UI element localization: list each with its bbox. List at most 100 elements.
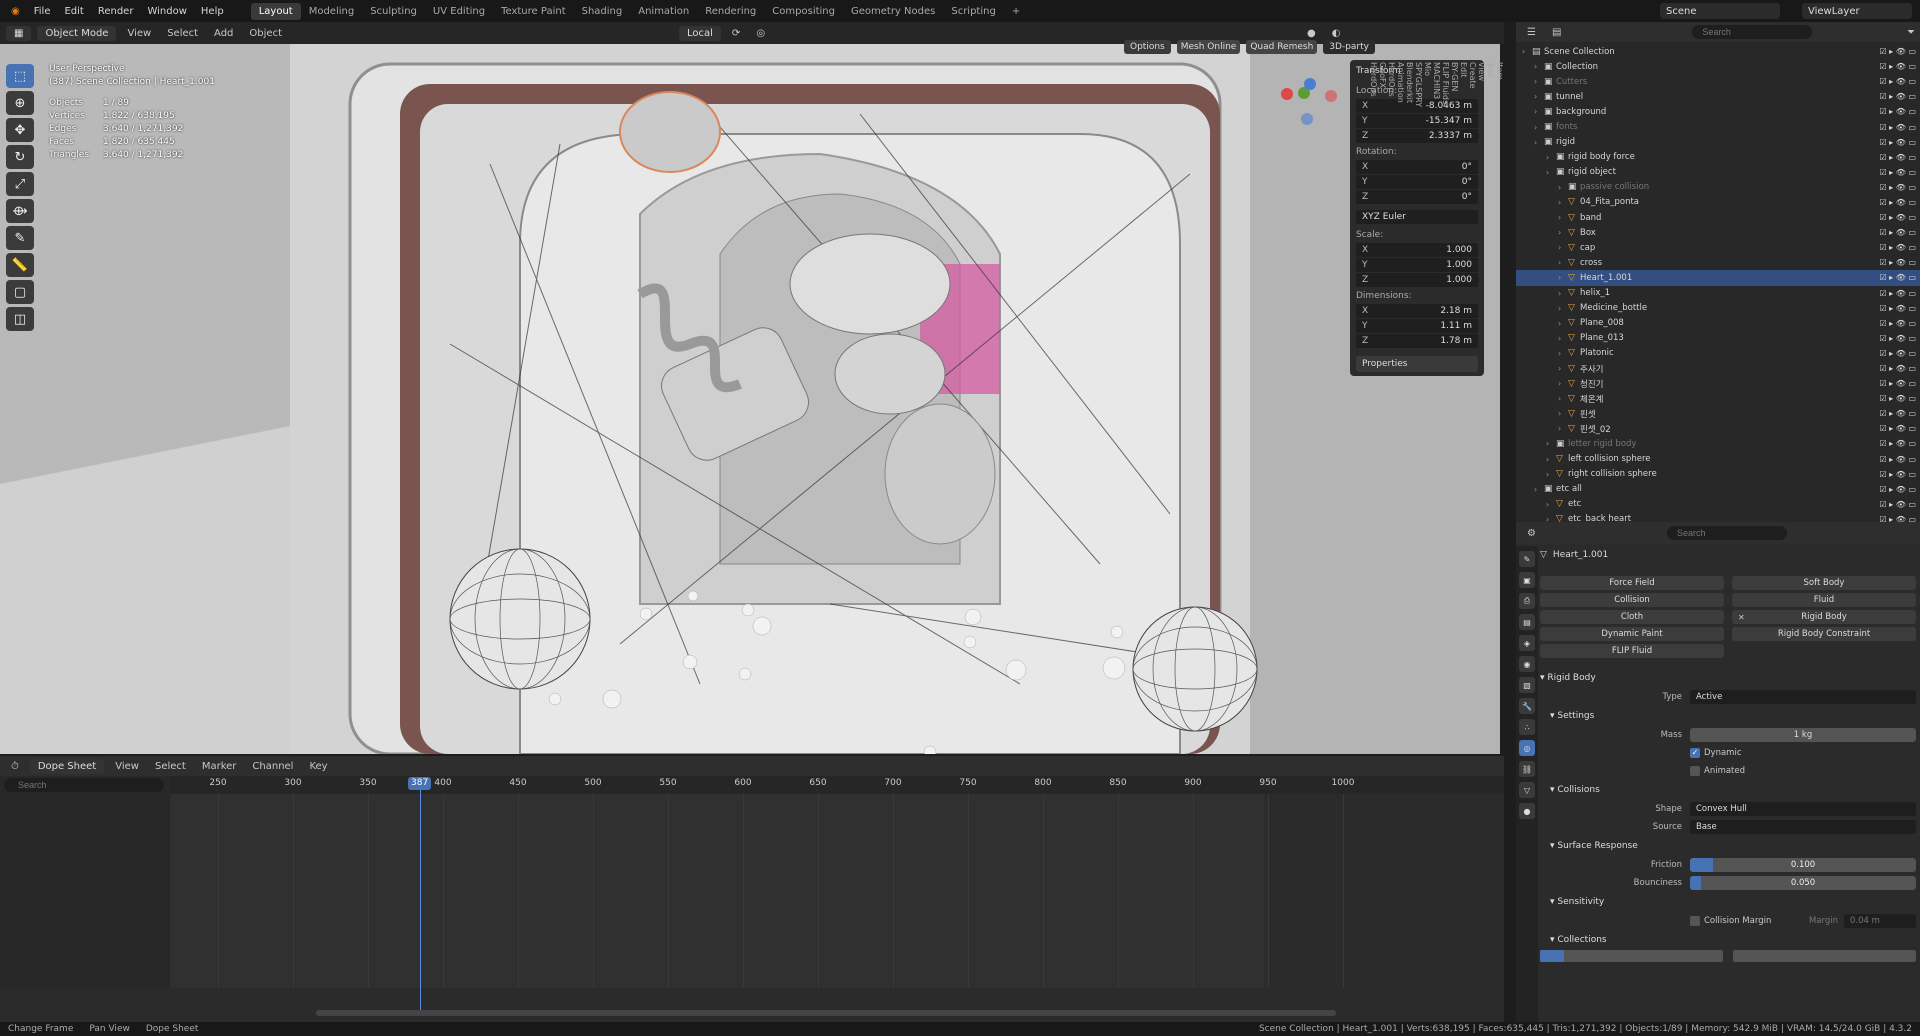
collisions-header[interactable]: ▾ Collisions — [1540, 780, 1916, 800]
third-party-dropdown[interactable]: 3D-party — [1323, 40, 1375, 54]
expand-arrow-icon[interactable]: › — [1558, 409, 1568, 418]
tab-layout[interactable]: Layout — [250, 2, 301, 20]
orientation-dropdown[interactable]: Local — [679, 25, 721, 41]
outliner-row[interactable]: › ▽ cross ☑ ▸ 👁 ▭ — [1516, 255, 1920, 270]
expand-arrow-icon[interactable]: › — [1546, 455, 1556, 464]
source-dropdown[interactable]: Base — [1690, 820, 1916, 834]
particles-tab-icon[interactable]: ∴ — [1519, 719, 1535, 735]
object-tab-icon[interactable]: ▧ — [1519, 677, 1535, 693]
expand-arrow-icon[interactable]: › — [1558, 183, 1568, 192]
dimension-x-field[interactable]: X 2.18 m — [1356, 304, 1478, 318]
menu-edit[interactable]: Edit — [57, 6, 90, 17]
expand-arrow-icon[interactable]: › — [1534, 92, 1544, 101]
tool-tab-icon[interactable]: ✎ — [1519, 551, 1535, 567]
add-workspace-icon[interactable]: + — [1004, 3, 1028, 20]
filter-icon[interactable]: ⏷ — [1902, 27, 1920, 38]
outliner-row[interactable]: › ▽ 체온계 ☑ ▸ 👁 ▭ — [1516, 391, 1920, 406]
expand-arrow-icon[interactable]: › — [1558, 198, 1568, 207]
expand-arrow-icon[interactable]: › — [1546, 470, 1556, 479]
visibility-toggles[interactable]: ☑ ▸ 👁 ▭ — [1879, 379, 1916, 388]
expand-arrow-icon[interactable]: › — [1546, 500, 1556, 509]
tab-flip-fluids[interactable]: FLIP Fluids — [1441, 62, 1450, 107]
outliner-row[interactable]: › ▽ 청진기 ☑ ▸ 👁 ▭ — [1516, 376, 1920, 391]
constraints-tab-icon[interactable]: ⛓ — [1519, 761, 1535, 777]
expand-arrow-icon[interactable]: › — [1534, 107, 1544, 116]
visibility-toggles[interactable]: ☑ ▸ 👁 ▭ — [1879, 273, 1916, 282]
properties-editor-icon[interactable]: ⚙ — [1522, 528, 1541, 539]
output-tab-icon[interactable]: ⎙ — [1519, 593, 1535, 609]
visibility-toggles[interactable]: ☑ ▸ 👁 ▭ — [1879, 364, 1916, 373]
location-z-field[interactable]: Z 2.3337 m — [1356, 129, 1478, 143]
expand-arrow-icon[interactable]: › — [1558, 394, 1568, 403]
outliner-row[interactable]: › ▽ 04_Fita_ponta ☑ ▸ 👁 ▭ — [1516, 195, 1920, 210]
visibility-toggles[interactable]: ☑ ▸ 👁 ▭ — [1879, 47, 1916, 56]
outliner-row[interactable]: › ▽ 핀셋 ☑ ▸ 👁 ▭ — [1516, 406, 1920, 421]
outliner-row[interactable]: › ▽ band ☑ ▸ 👁 ▭ — [1516, 210, 1920, 225]
boolean-tool-icon[interactable]: ◫ — [6, 307, 34, 331]
physics-button[interactable]: Force Field — [1540, 576, 1724, 590]
visibility-toggles[interactable]: ☑ ▸ 👁 ▭ — [1879, 153, 1916, 162]
expand-arrow-icon[interactable]: › — [1546, 168, 1556, 177]
outliner-row[interactable]: › ▽ right collision sphere ☑ ▸ 👁 ▭ — [1516, 467, 1920, 482]
tab-animation[interactable]: Animation — [1396, 62, 1405, 107]
visibility-toggles[interactable]: ☑ ▸ 👁 ▭ — [1879, 198, 1916, 207]
outliner-row[interactable]: › ▽ 핀셋_02 ☑ ▸ 👁 ▭ — [1516, 421, 1920, 436]
outliner-row[interactable]: › ▣ fonts ☑ ▸ 👁 ▭ — [1516, 119, 1920, 134]
current-frame-indicator[interactable]: 387 — [408, 777, 432, 790]
dopesheet-search-input[interactable] — [4, 778, 164, 792]
outliner-row[interactable]: › ▣ letter rigid body ☑ ▸ 👁 ▭ — [1516, 436, 1920, 451]
physics-button[interactable]: FLIP Fluid — [1540, 644, 1724, 658]
outliner-row[interactable]: › ▣ etc all ☑ ▸ 👁 ▭ — [1516, 482, 1920, 497]
tab-uv-editing[interactable]: UV Editing — [425, 3, 493, 20]
type-dropdown[interactable]: Active — [1690, 690, 1916, 704]
expand-arrow-icon[interactable]: › — [1558, 379, 1568, 388]
outliner-row[interactable]: › ▽ etc ☑ ▸ 👁 ▭ — [1516, 497, 1920, 512]
surface-response-header[interactable]: ▾ Surface Response — [1540, 836, 1916, 856]
dopesheet-menu-channel[interactable]: Channel — [247, 761, 298, 772]
expand-arrow-icon[interactable]: › — [1558, 304, 1568, 313]
dopesheet-scrollbar[interactable] — [316, 1010, 1336, 1016]
tab-shading[interactable]: Shading — [574, 3, 631, 20]
visibility-toggles[interactable]: ☑ ▸ 👁 ▭ — [1879, 62, 1916, 71]
expand-arrow-icon[interactable]: › — [1558, 349, 1568, 358]
visibility-toggles[interactable]: ☑ ▸ 👁 ▭ — [1879, 394, 1916, 403]
tab-item[interactable]: Item — [1495, 62, 1504, 107]
dimension-z-field[interactable]: Z 1.78 m — [1356, 334, 1478, 348]
outliner-row[interactable]: › ▽ helix_1 ☑ ▸ 👁 ▭ — [1516, 286, 1920, 301]
physics-button[interactable]: Cloth — [1540, 610, 1724, 624]
scale-z-field[interactable]: Z 1.000 — [1356, 273, 1478, 287]
tab-sculpting[interactable]: Sculpting — [362, 3, 425, 20]
outliner-row[interactable]: › ▽ Platonic ☑ ▸ 👁 ▭ — [1516, 346, 1920, 361]
outliner-editor-icon[interactable]: ☰ — [1522, 27, 1541, 38]
tab-spyglspry[interactable]: SPYGLSPRY — [1414, 62, 1423, 107]
outliner-row[interactable]: › ▣ tunnel ☑ ▸ 👁 ▭ — [1516, 89, 1920, 104]
expand-arrow-icon[interactable]: › — [1534, 485, 1544, 494]
visibility-toggles[interactable]: ☑ ▸ 👁 ▭ — [1879, 304, 1916, 313]
visibility-toggles[interactable]: ☑ ▸ 👁 ▭ — [1879, 334, 1916, 343]
visibility-toggles[interactable]: ☑ ▸ 👁 ▭ — [1879, 500, 1916, 509]
properties-subpanel[interactable]: Properties — [1356, 356, 1478, 372]
snap-icon[interactable]: ⟳ — [727, 28, 745, 39]
expand-arrow-icon[interactable]: › — [1558, 364, 1568, 373]
menu-render[interactable]: Render — [91, 6, 141, 17]
tab-geometry-nodes[interactable]: Geometry Nodes — [843, 3, 943, 20]
world-tab-icon[interactable]: ◉ — [1519, 656, 1535, 672]
outliner-row[interactable]: › ▽ 주사기 ☑ ▸ 👁 ▭ — [1516, 361, 1920, 376]
outliner-row[interactable]: › ▣ rigid object ☑ ▸ 👁 ▭ — [1516, 165, 1920, 180]
expand-arrow-icon[interactable]: › — [1558, 319, 1568, 328]
outliner-row[interactable]: › ▣ rigid ☑ ▸ 👁 ▭ — [1516, 135, 1920, 150]
rotate-tool-icon[interactable]: ↻ — [6, 145, 34, 169]
tab-texture-paint[interactable]: Texture Paint — [493, 3, 574, 20]
tab-create[interactable]: Create — [1468, 62, 1477, 107]
outliner-row[interactable]: › ▽ Plane_008 ☑ ▸ 👁 ▭ — [1516, 316, 1920, 331]
tab-rendering[interactable]: Rendering — [697, 3, 764, 20]
dynamic-checkbox[interactable]: ✓ — [1690, 748, 1700, 758]
visibility-toggles[interactable]: ☑ ▸ 👁 ▭ — [1879, 168, 1916, 177]
add-cube-tool-icon[interactable]: ▢ — [6, 280, 34, 304]
blender-logo-icon[interactable]: ◉ — [4, 6, 27, 17]
bounciness-slider[interactable]: 0.050 — [1690, 876, 1916, 890]
tab-machin3[interactable]: MACHIN3 — [1432, 62, 1441, 107]
expand-arrow-icon[interactable]: › — [1558, 228, 1568, 237]
frame-ruler[interactable]: 250 300 350 400 450 500 550 600 650 700 750 800 850 9… — [170, 776, 1504, 794]
view-layer-tab-icon[interactable]: ▤ — [1519, 614, 1535, 630]
